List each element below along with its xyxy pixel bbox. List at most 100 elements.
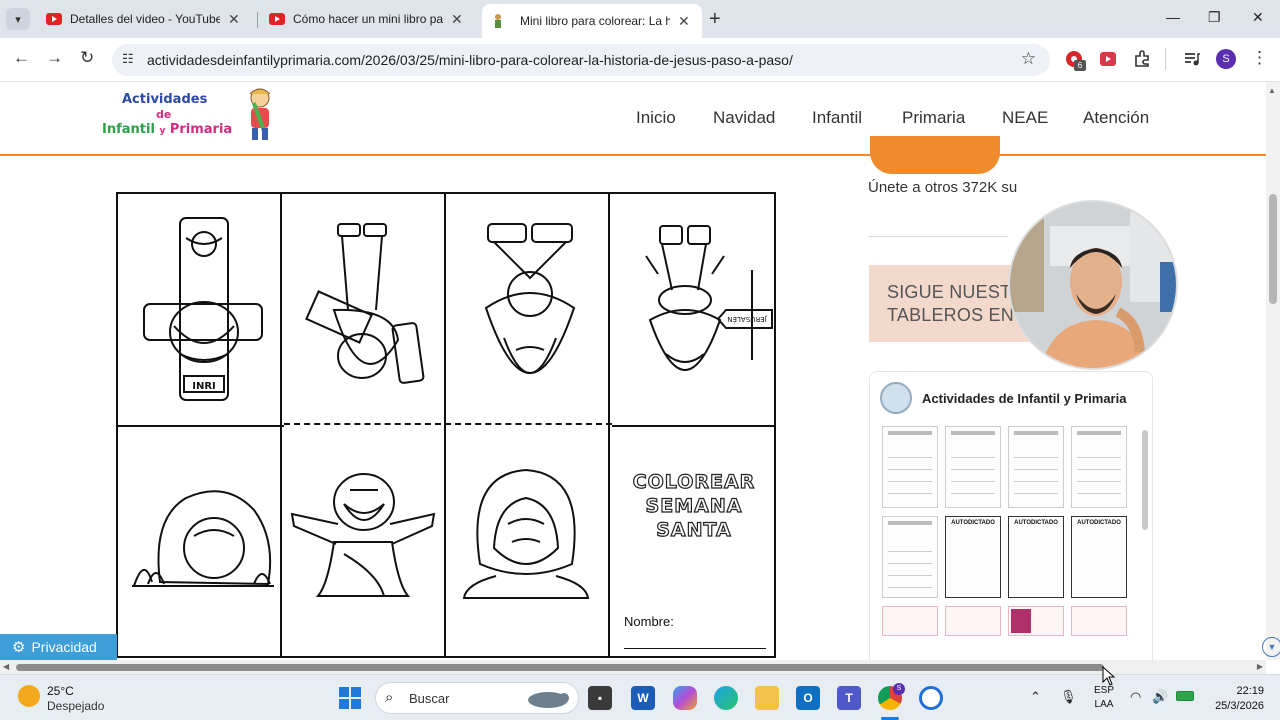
jesus-jerusalem-illustration: JERUSALÉN xyxy=(645,225,773,371)
pin-thumbnail[interactable] xyxy=(1071,426,1127,508)
sheet-row-divider xyxy=(612,425,776,427)
pin-thumbnail[interactable] xyxy=(1008,606,1064,636)
url-text[interactable]: actividadesdeinfantilyprimaria.com/2026/… xyxy=(147,52,793,68)
browser-toolbar: ← → ↻ ☷ actividadesdeinfantilyprimaria.c… xyxy=(0,38,1280,82)
restore-icon[interactable]: ❐ xyxy=(1208,9,1221,26)
teams-icon[interactable]: T xyxy=(837,686,861,710)
media-control-icon[interactable] xyxy=(1183,50,1201,68)
nav-atencion[interactable]: Atención xyxy=(1083,108,1149,128)
extension-video-icon[interactable] xyxy=(1099,50,1117,68)
youtube-icon xyxy=(46,13,62,25)
reload-icon[interactable]: ↻ xyxy=(80,48,94,68)
nav-primaria[interactable]: Primaria xyxy=(902,108,965,128)
address-bar[interactable]: ☷ actividadesdeinfantilyprimaria.com/202… xyxy=(112,44,1050,76)
close-icon[interactable]: ✕ xyxy=(678,13,690,30)
empty-tomb-illustration xyxy=(132,490,274,587)
pin-label: AUTODICTADO xyxy=(951,520,995,526)
pin-thumbnail[interactable] xyxy=(945,606,1001,636)
nav-navidad[interactable]: Navidad xyxy=(713,108,775,128)
page-horizontal-scrollbar[interactable]: ◀ ▶ xyxy=(0,660,1266,674)
pinterest-profile-avatar[interactable] xyxy=(880,382,912,414)
copilot-icon[interactable] xyxy=(673,686,697,710)
extension-badge: 6 xyxy=(1074,60,1086,71)
scroll-right-icon[interactable]: ▶ xyxy=(1257,662,1263,671)
weather-moon-icon[interactable] xyxy=(18,685,40,707)
site-logo[interactable]: Actividades de Infantil y Primaria xyxy=(100,86,280,146)
cover-title-line: SEMANA xyxy=(645,494,743,517)
pin-thumbnail[interactable] xyxy=(882,426,938,508)
word-icon[interactable]: W xyxy=(631,686,655,710)
page-vertical-scrollbar[interactable]: ▲ xyxy=(1266,82,1280,660)
system-clock[interactable]: 22:19 25/3/2026 xyxy=(1210,684,1264,714)
extensions-puzzle-icon[interactable] xyxy=(1133,50,1151,68)
scroll-left-icon[interactable]: ◀ xyxy=(3,662,9,671)
tab-youtube-details[interactable]: Detalles del video - YouTube St ✕ xyxy=(36,4,250,34)
close-window-icon[interactable]: ✕ xyxy=(1252,9,1264,26)
profile-avatar[interactable]: S xyxy=(1216,49,1236,69)
tray-overflow-icon[interactable]: ⌃ xyxy=(1030,689,1041,705)
close-icon[interactable]: ✕ xyxy=(451,11,463,28)
nav-infantil[interactable]: Infantil xyxy=(812,108,862,128)
search-icon: ⌕ xyxy=(385,689,394,706)
jesus-portrait-illustration xyxy=(462,468,590,599)
scroll-down-circle-icon[interactable]: ▼ xyxy=(1262,637,1280,657)
bookmark-star-icon[interactable]: ☆ xyxy=(1021,49,1036,69)
tab-active-minilibro[interactable]: Mini libro para colorear: La histo ✕ xyxy=(482,4,702,38)
svg-text:INRI: INRI xyxy=(192,381,216,392)
pin-thumbnail[interactable]: AUTODICTADO xyxy=(1008,516,1064,598)
weather-temperature[interactable]: 25°C xyxy=(47,684,74,698)
scroll-up-icon[interactable]: ▲ xyxy=(1268,86,1276,95)
minibook-cover-title: COLOREAR SEMANA SANTA xyxy=(624,470,764,542)
pin-thumbnail[interactable] xyxy=(1071,606,1127,636)
wifi-icon[interactable]: ◠ xyxy=(1130,689,1141,705)
widget-scrollbar[interactable] xyxy=(1142,430,1148,530)
microphone-icon[interactable]: 🎙 xyxy=(1060,689,1077,705)
horizontal-scrollbar-thumb[interactable] xyxy=(16,664,1104,671)
volume-icon[interactable]: 🔊 xyxy=(1152,689,1168,705)
clock-time: 22:19 xyxy=(1236,685,1264,697)
pinterest-widget-title[interactable]: Actividades de Infantil y Primaria xyxy=(922,391,1126,406)
screen-recorder-icon[interactable] xyxy=(919,686,943,710)
close-icon[interactable]: ✕ xyxy=(228,11,240,28)
name-label: Nombre: xyxy=(624,614,674,629)
outlook-icon[interactable]: O xyxy=(796,686,820,710)
tab-title: Detalles del video - YouTube St xyxy=(70,12,220,26)
search-highlight-manatee-icon xyxy=(528,692,569,708)
pin-thumbnail[interactable] xyxy=(945,426,1001,508)
svg-text:JERUSALÉN: JERUSALÉN xyxy=(727,315,767,324)
windows-start-icon[interactable] xyxy=(339,687,361,709)
edge-icon[interactable] xyxy=(714,686,738,710)
webcam-overlay xyxy=(1008,200,1178,370)
youtube-icon xyxy=(269,13,285,25)
privacy-button[interactable]: ⚙ Privacidad xyxy=(0,634,117,660)
pin-thumbnail[interactable] xyxy=(882,516,938,598)
privacy-label: Privacidad xyxy=(31,639,97,655)
forward-arrow-icon[interactable]: → xyxy=(46,48,63,68)
vertical-scrollbar-thumb[interactable] xyxy=(1269,194,1277,304)
weather-description[interactable]: Despejado xyxy=(47,699,104,713)
tab-youtube-minilibro[interactable]: Cómo hacer un mini libro para ✕ xyxy=(259,4,473,34)
toolbar-divider xyxy=(1165,48,1166,70)
pin-thumbnail[interactable]: AUTODICTADO xyxy=(945,516,1001,598)
more-menu-icon[interactable]: ⋮ xyxy=(1251,48,1268,68)
new-tab-icon[interactable]: + xyxy=(709,8,721,31)
minimize-icon[interactable]: — xyxy=(1166,9,1180,25)
taskbar-search[interactable]: ⌕ Buscar xyxy=(375,682,579,714)
tab-search-button[interactable]: ▾ xyxy=(6,8,30,30)
task-view-icon[interactable]: ▪ xyxy=(588,686,612,710)
pinterest-widget: Actividades de Infantil y Primaria AUTOD… xyxy=(869,371,1153,660)
tab-bar: ▾ Detalles del video - YouTube St ✕ Cómo… xyxy=(0,0,1280,38)
site-info-icon[interactable]: ☷ xyxy=(122,51,134,67)
pin-thumbnail[interactable] xyxy=(1008,426,1064,508)
pin-thumbnail[interactable] xyxy=(882,606,938,636)
back-arrow-icon[interactable]: ← xyxy=(13,48,30,68)
file-explorer-icon[interactable] xyxy=(755,686,779,710)
nav-inicio[interactable]: Inicio xyxy=(636,108,676,128)
pin-thumbnail[interactable]: AUTODICTADO xyxy=(1071,516,1127,598)
jesus-praying-illustration xyxy=(484,223,576,374)
battery-icon[interactable] xyxy=(1176,691,1194,701)
language-indicator[interactable]: ESP LAA xyxy=(1094,684,1114,712)
subscribe-button[interactable] xyxy=(870,136,1000,174)
logo-line-1: Actividades xyxy=(122,92,208,107)
nav-neae[interactable]: NEAE xyxy=(1002,108,1048,128)
